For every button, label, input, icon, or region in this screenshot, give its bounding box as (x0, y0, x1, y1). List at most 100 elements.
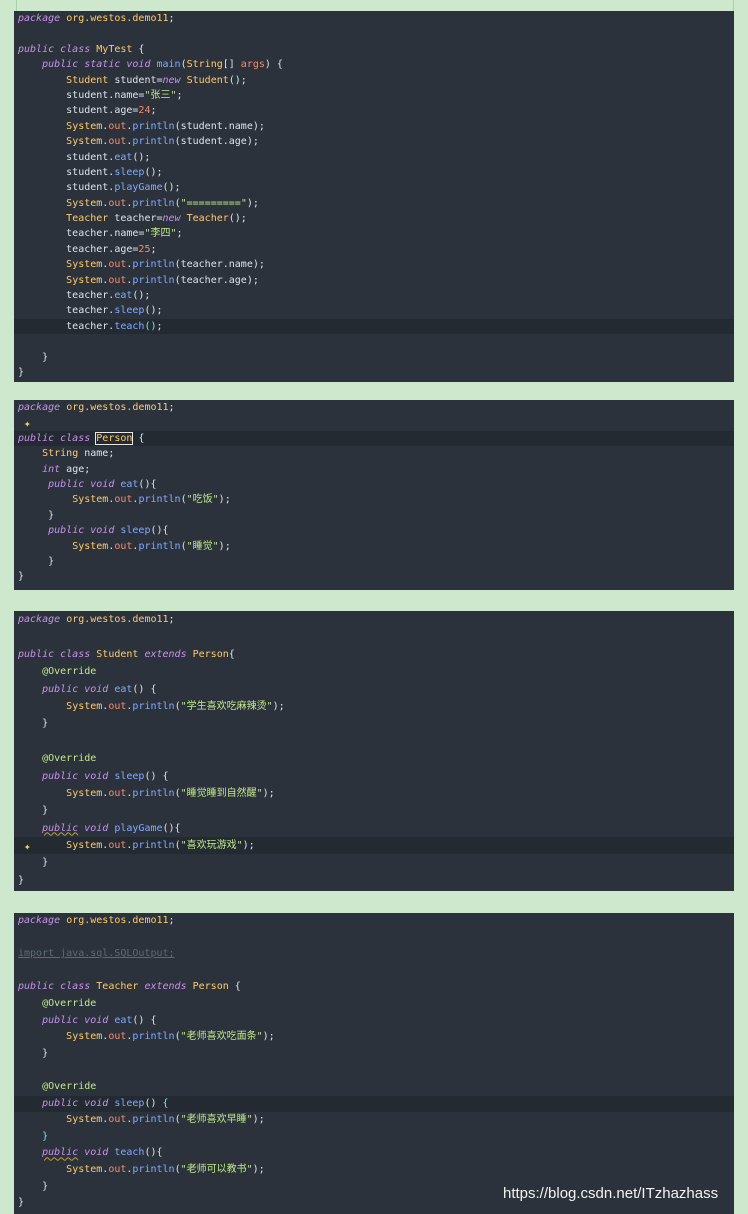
code-line[interactable]: public void sleep(){ (14, 523, 734, 538)
code-line[interactable]: public void eat() { (14, 681, 734, 698)
code-line[interactable]: import java.sql.SQLOutput; (14, 946, 734, 963)
code-line[interactable]: Student student=new Student(); (14, 73, 734, 88)
code-line[interactable] (14, 930, 734, 947)
code-line[interactable]: System.out.println(student.name); (14, 119, 734, 134)
code-line[interactable]: teacher.teach(); (14, 318, 734, 335)
code-token: public void (48, 478, 121, 490)
code-line[interactable]: System.out.println(student.age); (14, 134, 734, 149)
code-line[interactable]: public void eat() { (14, 1013, 734, 1030)
code-token: sleep (114, 770, 145, 782)
code-line[interactable]: @Override (14, 663, 734, 680)
code-line[interactable]: } (14, 854, 734, 871)
code-line[interactable]: } (14, 508, 734, 523)
code-token: Person (192, 648, 229, 660)
code-token: () { (132, 683, 157, 695)
code-line[interactable]: public class MyTest { (14, 42, 734, 57)
code-line[interactable]: student.playGame(); (14, 180, 734, 195)
code-line[interactable]: public void teach(){ (14, 1145, 734, 1162)
code-line[interactable]: System.out.println("老师可以教书"); (14, 1162, 734, 1179)
code-line[interactable] (14, 334, 734, 349)
code-line[interactable]: System.out.println("睡觉睡到自然醒"); (14, 785, 734, 802)
code-line[interactable]: System.out.println("老师喜欢早睡"); (14, 1112, 734, 1129)
code-token: out (108, 136, 127, 148)
code-line[interactable]: @Override (14, 750, 734, 767)
code-line[interactable]: int age; (14, 462, 734, 477)
code-line[interactable]: System.out.println("学生喜欢吃麻辣烫"); (14, 698, 734, 715)
code-line[interactable]: public void eat(){ (14, 477, 734, 492)
code-line[interactable]: teacher.sleep(); (14, 303, 734, 318)
code-token: "张三" (144, 89, 177, 101)
code-line[interactable] (14, 628, 734, 645)
code-token: public (42, 1147, 79, 1159)
code-line[interactable]: } (14, 554, 734, 569)
code-line[interactable]: package org.westos.demo11; (14, 913, 734, 930)
code-token: } (18, 555, 55, 567)
code-line[interactable]: } (14, 365, 734, 380)
code-line[interactable]: } (14, 802, 734, 819)
code-line[interactable]: System.out.println("吃饭"); (14, 492, 734, 507)
code-line[interactable]: } (14, 1129, 734, 1146)
code-line[interactable]: package org.westos.demo11; (14, 611, 734, 628)
code-line[interactable]: public class Student extends Person{ (14, 646, 734, 663)
code-line[interactable]: package org.westos.demo11; (14, 11, 734, 26)
code-line[interactable]: System.out.println("喜欢玩游戏"); ✦ (14, 837, 734, 855)
code-line[interactable]: student.age=24; (14, 103, 734, 118)
code-line[interactable] (14, 963, 734, 980)
code-line[interactable]: student.sleep(); (14, 165, 734, 180)
code-token: () (144, 1097, 163, 1109)
code-line[interactable]: } (14, 872, 734, 889)
code-line[interactable]: student.eat(); (14, 150, 734, 165)
code-token: void (78, 1147, 115, 1159)
code-line[interactable]: @Override (14, 996, 734, 1013)
code-line[interactable]: System.out.println("老师喜欢吃面条"); (14, 1029, 734, 1046)
code-token: ); (252, 1114, 265, 1126)
code-line[interactable]: } (14, 350, 734, 365)
code-line[interactable]: public static void main(String[] args) { (14, 57, 734, 72)
code-line[interactable]: student.name="张三"; (14, 88, 734, 103)
code-line[interactable]: System.out.println("========="); (14, 196, 734, 211)
code-line[interactable]: teacher.age=25; (14, 242, 734, 257)
code-line[interactable] (14, 733, 734, 750)
code-token: out (114, 494, 133, 506)
code-token: "睡觉" (186, 540, 219, 552)
code-token: (); (132, 151, 151, 163)
code-line[interactable]: public void playGame(){ (14, 820, 734, 837)
ruler-mark (733, 0, 734, 11)
code-line[interactable]: System.out.println(teacher.name); (14, 257, 734, 272)
code-line[interactable]: teacher.eat(); (14, 288, 734, 303)
code-line[interactable]: } (14, 569, 734, 584)
code-line[interactable]: String name; (14, 446, 734, 461)
code-line[interactable]: public void sleep() { (14, 768, 734, 785)
lightbulb-icon[interactable]: ✦ (24, 416, 31, 431)
code-token: name; (78, 448, 115, 460)
code-token: ; (150, 243, 157, 255)
code-token: Student (66, 74, 109, 86)
code-line[interactable]: public void sleep() { (14, 1095, 734, 1113)
code-line[interactable]: teacher.name="李四"; (14, 226, 734, 241)
code-line[interactable]: public class Teacher extends Person { (14, 979, 734, 996)
code-line[interactable]: Teacher teacher=new Teacher(); (14, 211, 734, 226)
code-line[interactable] (14, 1062, 734, 1079)
code-line[interactable]: @Override (14, 1079, 734, 1096)
code-line[interactable]: System.out.println(teacher.age); (14, 273, 734, 288)
code-token: System (66, 259, 103, 271)
code-token: } (18, 1047, 49, 1059)
code-token: eat (114, 683, 133, 695)
lightbulb-icon[interactable]: ✦ (24, 838, 31, 855)
code-line[interactable]: } (14, 715, 734, 732)
code-line[interactable]: public class Person { (14, 430, 734, 447)
code-line[interactable]: System.out.println("睡觉"); (14, 539, 734, 554)
code-line[interactable]: package org.westos.demo11; (14, 400, 734, 415)
code-line[interactable]: ✦ (14, 415, 734, 430)
code-token: student. (18, 89, 115, 101)
code-line[interactable] (14, 26, 734, 41)
code-line[interactable]: } (14, 1046, 734, 1063)
ruler-mark (16, 0, 17, 11)
code-token: (){ (150, 525, 169, 537)
code-token: "吃饭" (186, 494, 219, 506)
